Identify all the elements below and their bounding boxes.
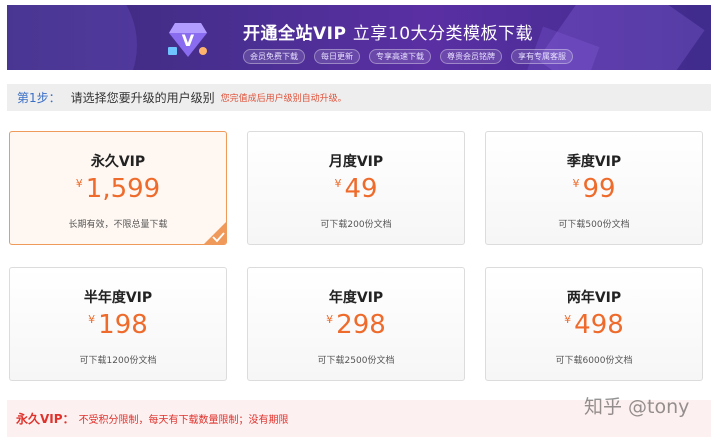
plan-description: 长期有效，不限总量下载 — [68, 220, 168, 230]
banner-tag: 每日更新 — [314, 49, 360, 64]
banner-title-plain: 立享10大分类模板下载 — [352, 24, 534, 44]
step-note: 您完值成后用户级别自动升级。 — [220, 94, 347, 104]
plan-price: ¥198 — [10, 310, 226, 340]
banner-tag: 享有专属客服 — [511, 49, 573, 64]
plan-description: 可下载200份文档 — [320, 220, 392, 230]
selected-check-icon — [204, 222, 226, 244]
plan-name: 月度VIP — [328, 154, 384, 170]
plan-card-lifetime[interactable]: 永久VIP ¥1,599 长期有效，不限总量下载 — [9, 131, 227, 245]
banner-title-bold: 开通全站VIP — [243, 24, 347, 44]
plan-description: 可下载500份文档 — [558, 220, 630, 230]
banner-title: 开通全站VIP 立享10大分类模板下载 — [243, 19, 534, 44]
plan-name: 年度VIP — [328, 290, 384, 306]
plan-card-half-year[interactable]: 半年度VIP ¥198 可下载1200份文档 — [9, 267, 227, 381]
plan-price: ¥1,599 — [10, 174, 226, 204]
banner-tag: 会员免费下载 — [243, 49, 305, 64]
plan-price-value: 49 — [344, 174, 378, 204]
footer-text: 不受积分限制，每天有下载数量限制；没有期限 — [78, 415, 289, 426]
plan-card-yearly[interactable]: 年度VIP ¥298 可下载2500份文档 — [247, 267, 465, 381]
plan-description: 可下载1200份文档 — [79, 356, 157, 366]
plan-card-quarterly[interactable]: 季度VIP ¥99 可下载500份文档 — [485, 131, 703, 245]
currency-symbol: ¥ — [572, 177, 580, 190]
plan-price-value: 198 — [98, 310, 148, 340]
vip-banner[interactable]: V 开通全站VIP 立享10大分类模板下载 会员免费下载 每日更新 专享高速下载… — [7, 5, 711, 70]
plan-name: 季度VIP — [566, 154, 622, 170]
plan-card-monthly[interactable]: 月度VIP ¥49 可下载200份文档 — [247, 131, 465, 245]
plan-price: ¥298 — [248, 310, 464, 340]
svg-text:V: V — [182, 31, 195, 50]
plan-description: 可下载6000份文档 — [555, 356, 633, 366]
currency-symbol: ¥ — [75, 177, 83, 190]
plan-name: 半年度VIP — [83, 290, 153, 306]
plan-price: ¥498 — [486, 310, 702, 340]
vip-v-logo-icon: V — [168, 23, 207, 57]
plan-name: 永久VIP — [90, 154, 146, 170]
footer-label: 永久VIP： — [16, 412, 75, 426]
plan-card-two-year[interactable]: 两年VIP ¥498 可下载6000份文档 — [485, 267, 703, 381]
plan-price-value: 1,599 — [85, 174, 161, 204]
plan-price-value: 498 — [574, 310, 624, 340]
plan-name: 两年VIP — [566, 290, 622, 306]
currency-symbol: ¥ — [88, 313, 96, 326]
step-bar: 第1步： 请选择您要升级的用户级别 您完值成后用户级别自动升级。 — [7, 84, 711, 111]
plan-price-value: 99 — [582, 174, 616, 204]
plan-price: ¥99 — [486, 174, 702, 204]
banner-tag-list: 会员免费下载 每日更新 专享高速下载 尊贵会员铭牌 享有专属客服 — [243, 49, 573, 64]
banner-decoration — [7, 5, 137, 70]
step-instruction: 请选择您要升级的用户级别 — [70, 91, 215, 105]
plan-price: ¥49 — [248, 174, 464, 204]
plan-description: 可下载2500份文档 — [317, 356, 395, 366]
currency-symbol: ¥ — [564, 313, 572, 326]
step-label: 第1步： — [17, 91, 61, 105]
banner-tag: 专享高速下载 — [369, 49, 431, 64]
banner-tag: 尊贵会员铭牌 — [440, 49, 502, 64]
plan-price-value: 298 — [336, 310, 386, 340]
zhihu-watermark: 知乎 @tony — [584, 396, 690, 418]
currency-symbol: ¥ — [334, 177, 342, 190]
currency-symbol: ¥ — [326, 313, 334, 326]
